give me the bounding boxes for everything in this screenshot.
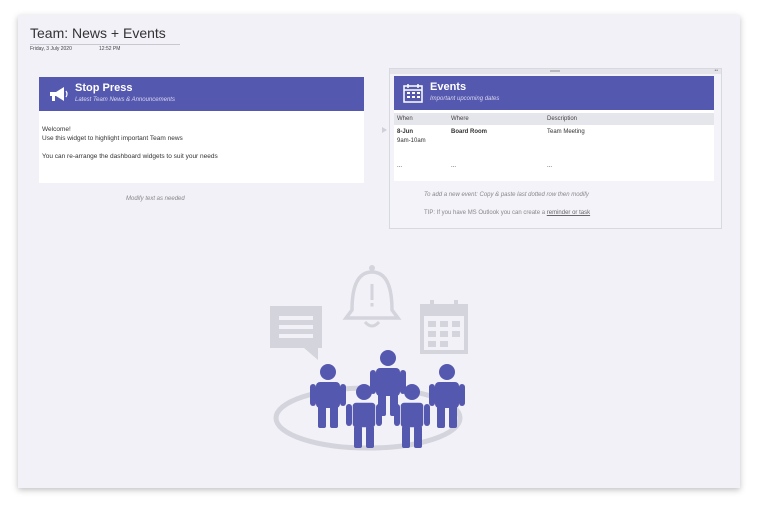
team-illustration (270, 265, 468, 451)
events-subtitle: Important upcoming dates (430, 96, 500, 102)
stop-press-note: Modify text as needed (126, 196, 185, 202)
stop-press-header: Stop Press Latest Team News & Announceme… (39, 77, 364, 111)
events-widget[interactable]: Events Important upcoming dates When Whe… (394, 76, 714, 181)
stop-press-body[interactable]: Welcome! Use this widget to highlight im… (42, 125, 218, 161)
events-add-note: To add a new event: Copy & paste last do… (424, 192, 589, 198)
stop-press-line: You can re-arrange the dashboard widgets… (42, 153, 218, 160)
chat-icon (270, 306, 322, 360)
stop-press-title: Stop Press (75, 82, 133, 94)
column-header-when: When (397, 116, 413, 122)
page-canvas: Team: News + Events Friday, 3 July 2020 … (18, 15, 740, 488)
stop-press-widget[interactable]: Stop Press Latest Team News & Announceme… (39, 77, 364, 183)
frame-dots[interactable]: •• (714, 69, 718, 74)
events-drag-bar[interactable]: •• (390, 69, 721, 74)
events-tip-text: TIP: If you have MS Outlook you can crea… (424, 210, 546, 216)
stop-press-line: Welcome! (42, 126, 71, 133)
event-when-time[interactable]: 9am-10am (397, 137, 426, 146)
page-time: 12:52 PM (99, 46, 121, 52)
events-tip: TIP: If you have MS Outlook you can crea… (424, 210, 590, 216)
stop-press-line: Use this widget to highlight important T… (42, 135, 183, 142)
event-when-placeholder[interactable]: ... (397, 162, 402, 171)
drag-handle-icon[interactable] (550, 70, 560, 72)
events-table-header: When Where Description (394, 113, 714, 125)
resize-arrow-icon[interactable] (382, 127, 387, 133)
bell-icon (342, 265, 402, 328)
megaphone-icon (50, 87, 68, 101)
title-divider (30, 44, 180, 45)
event-where[interactable]: Board Room (451, 128, 487, 137)
calendar-icon (420, 300, 468, 354)
reminder-link[interactable]: reminder or task (547, 210, 590, 216)
column-header-where: Where (451, 116, 469, 122)
stop-press-subtitle: Latest Team News & Announcements (75, 97, 175, 103)
column-header-description: Description (547, 116, 578, 122)
events-header: Events Important upcoming dates (394, 76, 714, 110)
page-date: Friday, 3 July 2020 (30, 46, 72, 52)
event-when-date[interactable]: 8-Jun (397, 128, 413, 137)
events-title: Events (430, 81, 467, 93)
event-description[interactable]: Team Meeting (547, 128, 585, 137)
event-where-placeholder[interactable]: ... (451, 162, 456, 171)
calendar-icon (403, 84, 423, 103)
page-title: Team: News + Events (30, 25, 166, 41)
event-description-placeholder[interactable]: ... (547, 162, 552, 171)
